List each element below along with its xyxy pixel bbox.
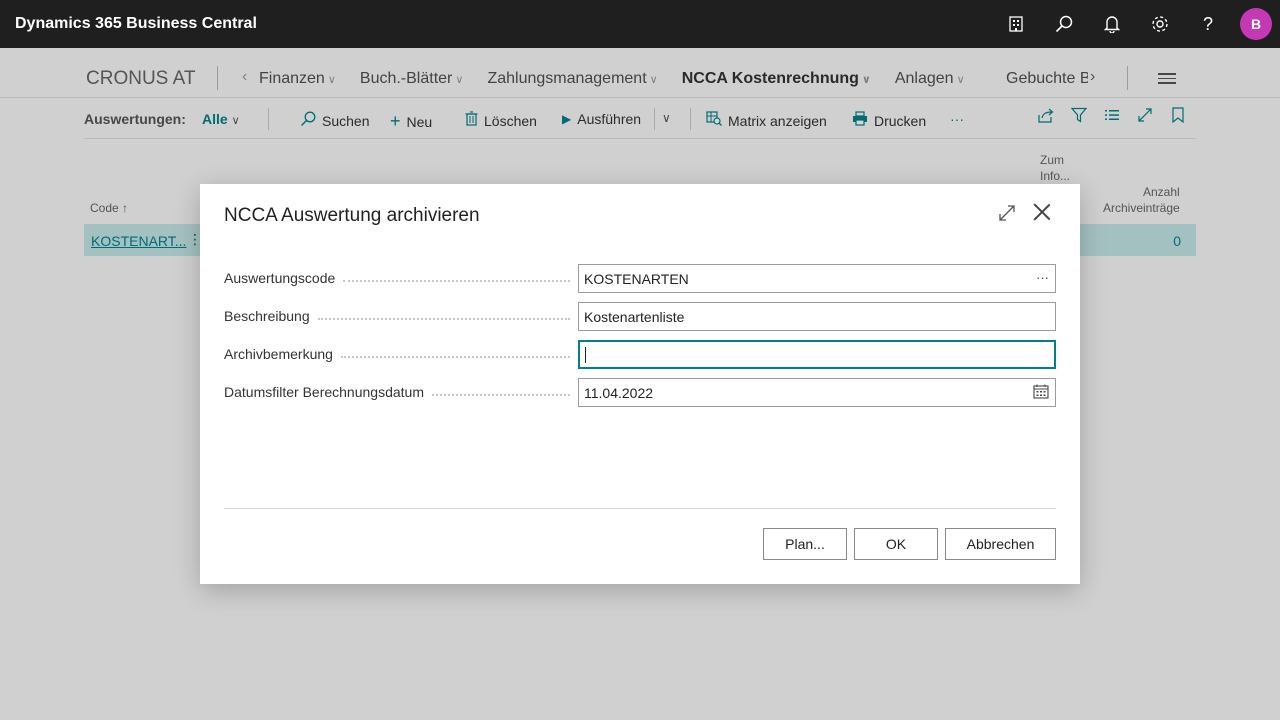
archive-report-dialog: NCCA Auswertung archivieren Auswertungsc… <box>200 184 1080 584</box>
label-text: Datumsfilter Berechnungsdatum <box>224 384 432 400</box>
report-code-input[interactable]: KOSTENARTEN ··· <box>578 264 1056 293</box>
label-text: Archivbemerkung <box>224 346 341 362</box>
label-text: Auswertungscode <box>224 270 344 286</box>
field-row-description: Beschreibung Kostenartenliste <box>224 302 1056 331</box>
description-value: Kostenartenliste <box>584 309 685 325</box>
app-bar: Dynamics 365 Business Central ? B <box>0 0 1280 48</box>
field-row-datefilter: Datumsfilter Berechnungsdatum 11.04.2022 <box>224 378 1056 407</box>
dialog-title: NCCA Auswertung archivieren <box>224 205 480 226</box>
report-code-value: KOSTENARTEN <box>584 271 689 287</box>
close-icon[interactable] <box>1030 200 1054 224</box>
help-icon[interactable]: ? <box>1184 0 1232 48</box>
search-icon[interactable] <box>1040 0 1088 48</box>
archive-remark-input[interactable] <box>578 340 1056 369</box>
date-filter-value: 11.04.2022 <box>584 385 654 401</box>
expand-dialog-icon[interactable] <box>998 204 1016 227</box>
dialog-divider <box>224 508 1056 509</box>
date-filter-input[interactable]: 11.04.2022 <box>578 378 1056 407</box>
text-caret <box>585 347 586 363</box>
field-label-remark: Archivbemerkung <box>224 346 574 362</box>
calendar-icon[interactable] <box>1033 384 1049 402</box>
avatar[interactable]: B <box>1240 8 1272 40</box>
ok-button[interactable]: OK <box>854 528 938 560</box>
field-row-remark: Archivbemerkung <box>224 340 1056 369</box>
field-label-code: Auswertungscode <box>224 270 574 286</box>
field-row-code: Auswertungscode KOSTENARTEN ··· <box>224 264 1056 293</box>
label-text: Beschreibung <box>224 308 318 324</box>
description-input[interactable]: Kostenartenliste <box>578 302 1056 331</box>
field-label-description: Beschreibung <box>224 308 574 324</box>
app-title[interactable]: Dynamics 365 Business Central <box>15 15 257 33</box>
lookup-ellipsis-icon[interactable]: ··· <box>1036 270 1049 285</box>
app-bar-icons: ? B <box>992 0 1272 48</box>
cancel-button[interactable]: Abbrechen <box>945 528 1056 560</box>
field-label-datefilter: Datumsfilter Berechnungsdatum <box>224 384 574 400</box>
bell-icon[interactable] <box>1088 0 1136 48</box>
building-icon[interactable] <box>992 0 1040 48</box>
gear-icon[interactable] <box>1136 0 1184 48</box>
plan-button[interactable]: Plan... <box>763 528 847 560</box>
